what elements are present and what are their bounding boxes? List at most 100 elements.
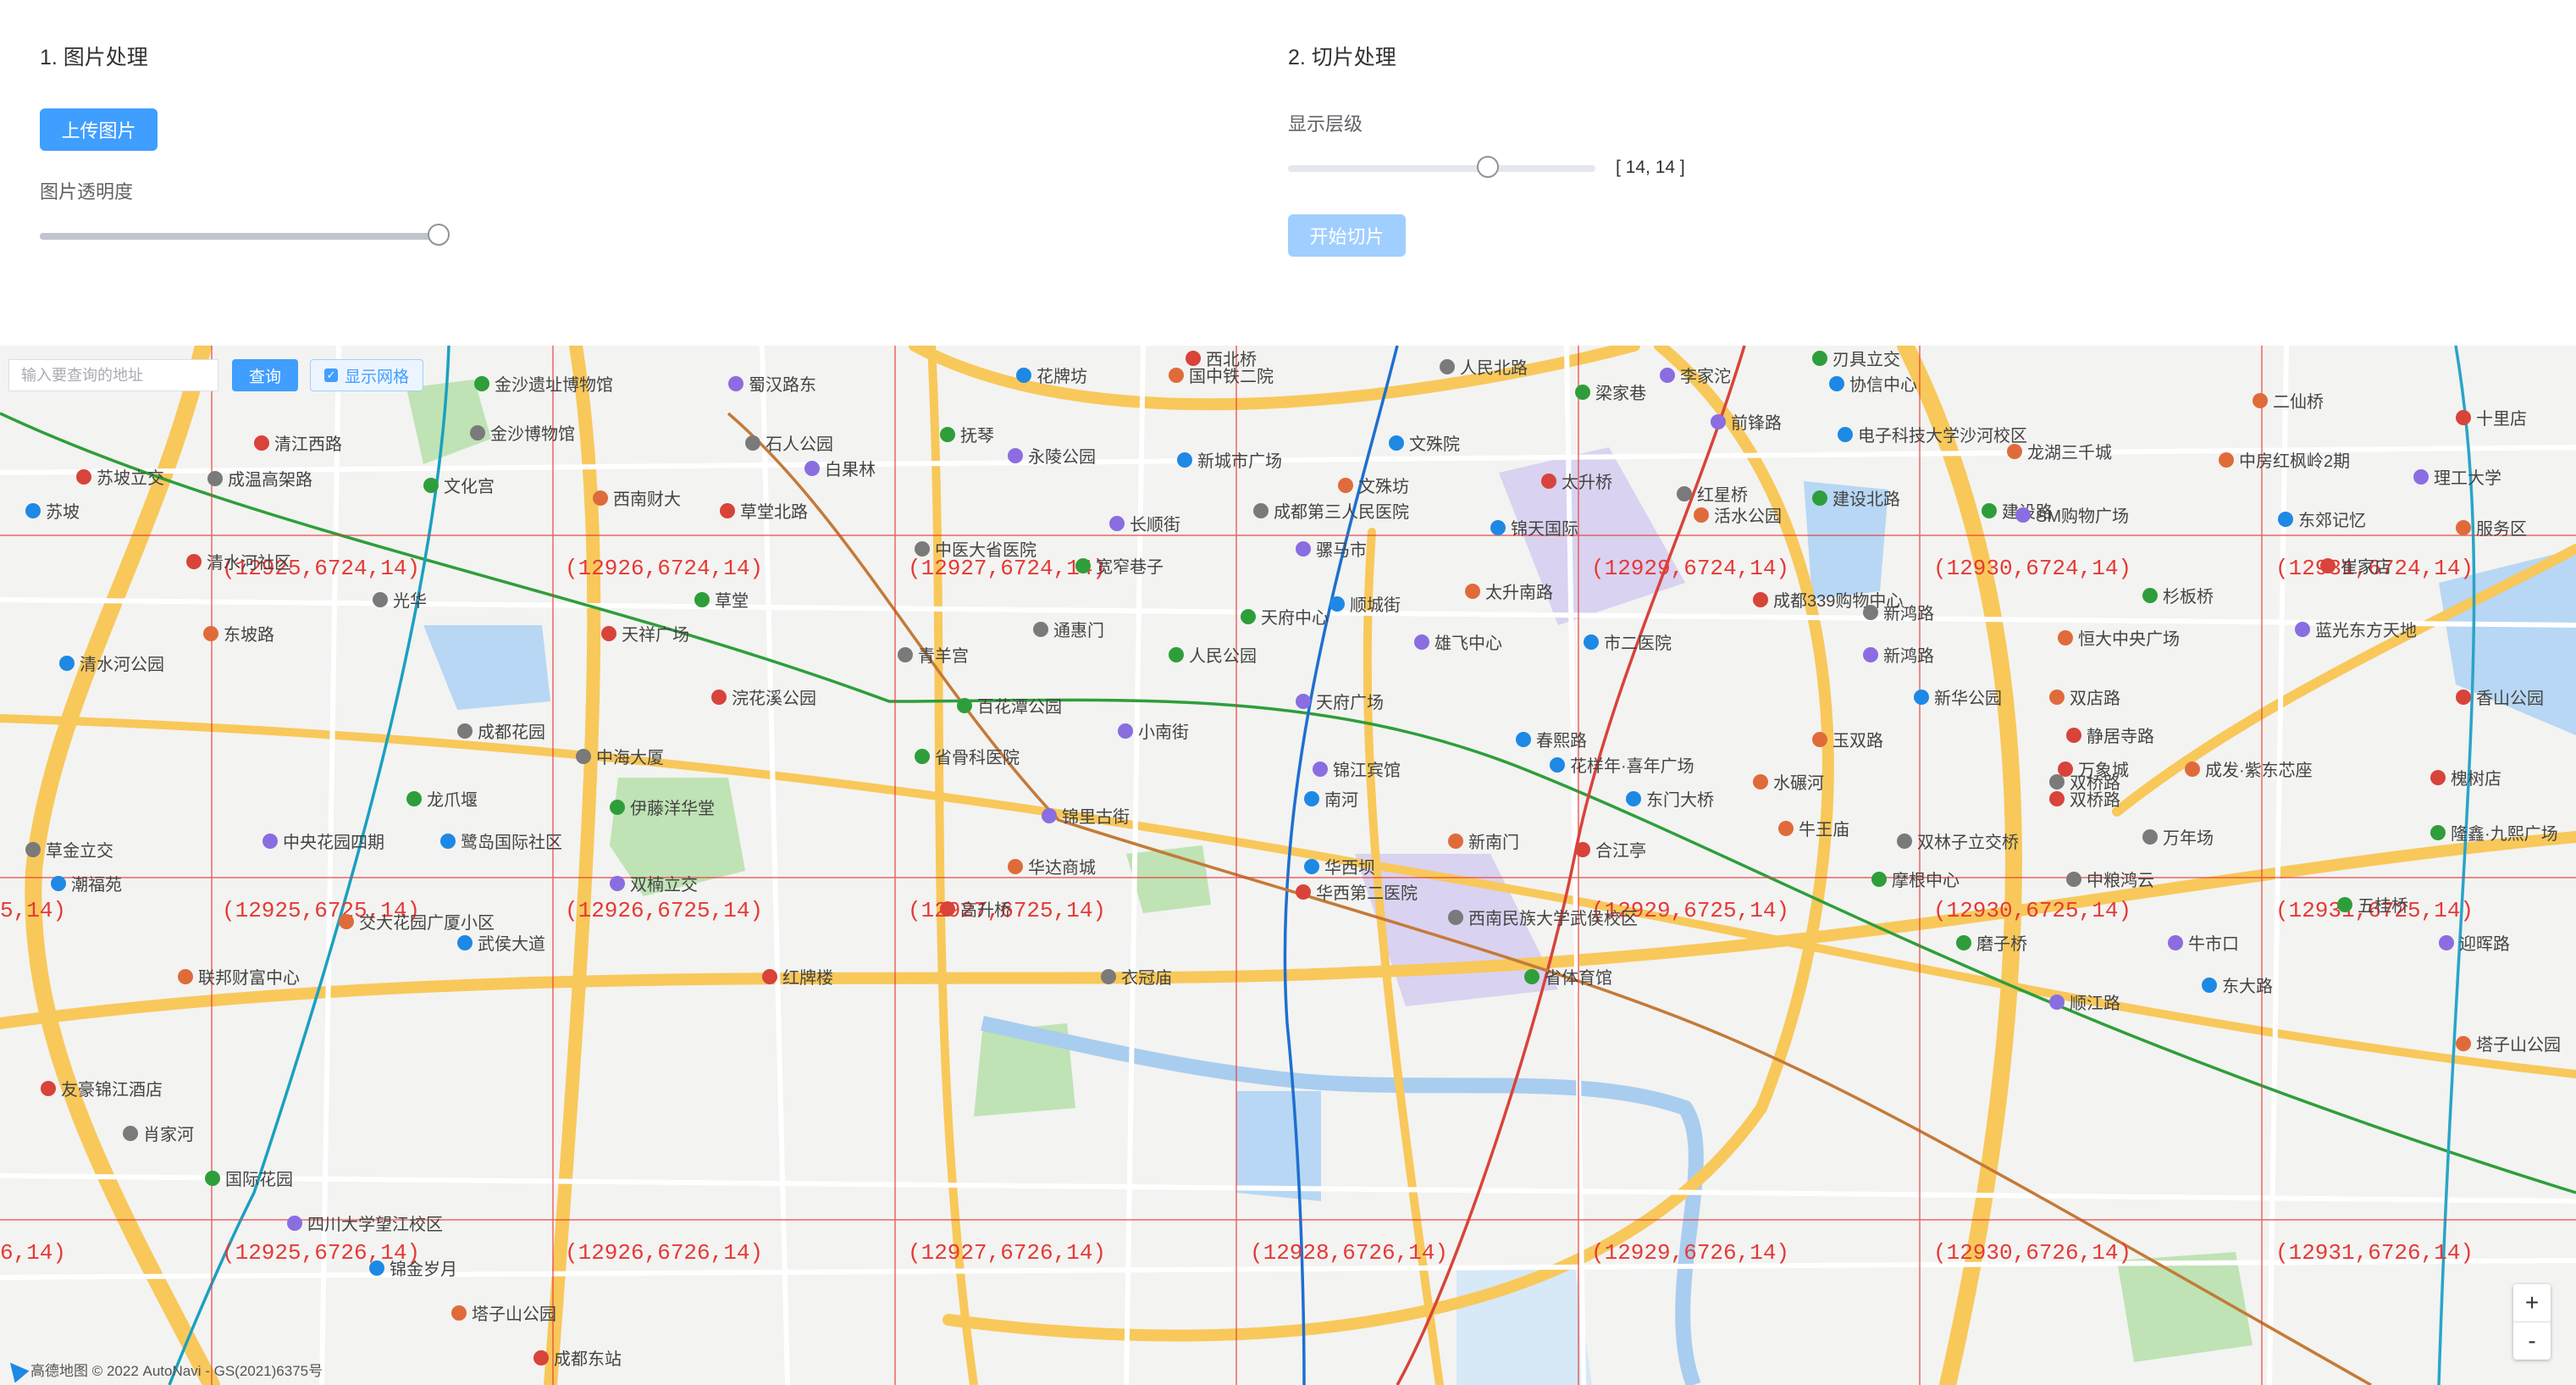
place-pin-icon: [711, 689, 727, 705]
place-label: 恒大中央广场: [2058, 625, 2180, 650]
place-label: 友豪锦江酒店: [41, 1076, 163, 1100]
opacity-slider-fill: [40, 233, 441, 240]
tile-label: (12926,6725,14): [565, 898, 764, 923]
place-name: 牛市口: [2188, 935, 2239, 954]
place-label: 石人公园: [745, 430, 833, 455]
place-name: 中房红枫岭2期: [2239, 452, 2351, 471]
zoom-out-button[interactable]: -: [2513, 1321, 2551, 1360]
place-pin-icon: [1109, 515, 1125, 531]
place-name: 武侯大道: [478, 935, 545, 954]
place-label: 清水河社区: [186, 549, 291, 573]
level-slider[interactable]: [1288, 156, 1595, 178]
tile-section-title: 2. 切片处理: [1288, 46, 1396, 69]
place-label: 塔子山公园: [2456, 1031, 2561, 1055]
place-label: 五桂桥: [2337, 892, 2408, 917]
place-pin-icon: [1490, 519, 1506, 535]
zoom-in-button[interactable]: +: [2513, 1284, 2551, 1321]
place-label: 成发·紫东芯座: [2185, 756, 2313, 781]
place-name: 理工大学: [2434, 469, 2501, 488]
place-label: 草堂: [694, 587, 749, 612]
place-name: 万年场: [2163, 829, 2214, 848]
place-name: 骡马市: [1316, 541, 1367, 560]
place-label: 磨子桥: [1956, 930, 2027, 955]
place-label: 新鸿路: [1863, 642, 1934, 667]
place-pin-icon: [1101, 968, 1116, 984]
place-name: 中粮鸿云: [2087, 872, 2154, 890]
place-pin-icon: [1584, 634, 1599, 650]
level-slider-handle[interactable]: [1477, 156, 1499, 178]
place-pin-icon: [1313, 761, 1328, 777]
place-pin-icon: [1329, 596, 1345, 612]
place-label: 成都东站: [533, 1345, 622, 1370]
place-label: 东坡路: [203, 621, 274, 645]
place-name: 杉板桥: [2163, 588, 2214, 607]
tile-label: (12931,6726,14): [2275, 1240, 2474, 1266]
place-name: 协信中心: [1849, 376, 1917, 395]
place-label: 白果林: [804, 456, 876, 480]
place-label: 南河: [1304, 786, 1358, 811]
place-pin-icon: [440, 833, 456, 849]
place-label: 成都第三人民医院: [1253, 498, 1409, 523]
search-button[interactable]: 查询: [232, 359, 298, 391]
place-name: 国际花园: [225, 1171, 293, 1189]
place-pin-icon: [898, 646, 913, 662]
place-name: 青羊宫: [918, 647, 969, 666]
place-name: 华达商城: [1028, 859, 1096, 878]
place-name: 锦里古街: [1062, 808, 1130, 827]
show-grid-toggle[interactable]: ✓ 显示网格: [310, 359, 423, 391]
place-pin-icon: [1241, 608, 1256, 624]
place-pin-icon: [1897, 833, 1912, 849]
checkbox-checked-icon[interactable]: ✓: [323, 368, 338, 382]
place-name: 石人公园: [766, 435, 833, 454]
place-label: 锦里古街: [1042, 803, 1130, 828]
place-name: 春熙路: [1536, 732, 1587, 751]
place-label: 高升桥: [940, 896, 1011, 921]
place-label: 天府广场: [1296, 689, 1384, 713]
upload-image-button[interactable]: 上传图片: [40, 108, 158, 151]
tile-label: (12930,6726,14): [1933, 1240, 2132, 1266]
place-pin-icon: [1169, 646, 1184, 662]
place-name: 五桂桥: [2358, 897, 2408, 916]
map-copyright: 高德地图 © 2022 AutoNavi - GS(2021)6375号: [3, 1356, 323, 1382]
place-label: 迎晖路: [2439, 930, 2510, 955]
place-name: 草金立交: [46, 842, 113, 861]
map-view[interactable]: (12925,6724,14) (12926,6724,14) (12927,6…: [0, 346, 2576, 1385]
place-name: 塔子山公园: [2476, 1036, 2561, 1055]
place-label: 百花潭公园: [957, 693, 1062, 717]
place-label: 双桥路: [2049, 786, 2120, 811]
address-search-input[interactable]: [8, 359, 218, 391]
place-name: 成都东站: [554, 1350, 622, 1369]
place-label: SM购物广场: [2015, 502, 2129, 527]
place-pin-icon: [1448, 909, 1463, 925]
place-label: 宽窄巷子: [1075, 553, 1164, 578]
place-pin-icon: [2058, 629, 2073, 645]
place-name: 锦金岁月: [390, 1260, 457, 1279]
place-pin-icon: [2066, 871, 2081, 887]
place-label: 塔子山公园: [451, 1300, 556, 1325]
place-name: 衣冠庙: [1121, 969, 1172, 988]
place-pin-icon: [2049, 689, 2065, 705]
tile-label: (12929,6726,14): [1591, 1240, 1790, 1266]
place-pin-icon: [59, 655, 75, 671]
place-pin-icon: [1982, 502, 1997, 518]
place-label: 太升桥: [1541, 468, 1612, 493]
place-name: 四川大学望江校区: [307, 1216, 443, 1234]
place-name: 文化宫: [444, 478, 495, 496]
place-label: 华西坝: [1304, 854, 1375, 878]
place-label: 成温高架路: [207, 466, 312, 490]
place-label: 锦金岁月: [369, 1255, 457, 1280]
place-name: 人民公园: [1189, 647, 1257, 666]
place-pin-icon: [470, 424, 485, 440]
start-tiling-button[interactable]: 开始切片: [1288, 214, 1406, 257]
place-name: 文殊坊: [1358, 478, 1409, 496]
opacity-slider[interactable]: [40, 224, 450, 246]
place-label: 理工大学: [2413, 464, 2501, 489]
place-name: 天府中心: [1261, 609, 1329, 628]
place-pin-icon: [2142, 587, 2158, 603]
place-pin-icon: [1008, 858, 1023, 874]
place-name: 龙湖三千城: [2027, 444, 2112, 463]
place-label: 水碾河: [1753, 769, 1824, 794]
place-pin-icon: [203, 625, 218, 641]
place-label: 新城市广场: [1177, 447, 1282, 472]
opacity-slider-handle[interactable]: [428, 224, 450, 246]
